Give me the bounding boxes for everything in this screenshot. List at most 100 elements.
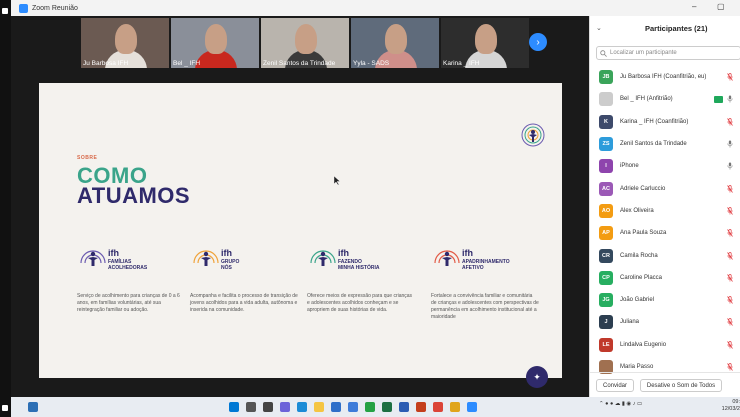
- collapse-chevron-icon[interactable]: ⌄: [596, 24, 602, 32]
- participant-face: [205, 24, 227, 54]
- participant-row[interactable]: CP Caroline Placca: [590, 267, 740, 289]
- window-title: Zoom Reunião: [32, 4, 78, 12]
- program-description: Acompanha e facilita o processo de trans…: [190, 293, 298, 313]
- store-icon[interactable]: [348, 402, 358, 412]
- mic-muted-icon[interactable]: [727, 229, 733, 237]
- teams-icon[interactable]: [280, 402, 290, 412]
- program-brand: ifh: [108, 248, 119, 258]
- start-icon[interactable]: [229, 402, 239, 412]
- program-name: GRUPO NÓS: [221, 259, 239, 271]
- program-name: APADRINHAMENTO AFETIVO: [462, 259, 510, 271]
- participant-face: [295, 24, 317, 54]
- video-thumbnails: Ju Barbosa IFH Bel _ IFH Zenil Santos da T…: [81, 18, 529, 68]
- program-name: FAMÍLIAS ACOLHEDORAS: [108, 259, 147, 271]
- excel-icon[interactable]: [382, 402, 392, 412]
- show-desktop-icon[interactable]: [28, 402, 38, 412]
- thumbnail-label: Yyla - SADS: [353, 60, 390, 67]
- video-thumbnail[interactable]: Yyla - SADS: [351, 18, 439, 68]
- mic-muted-icon[interactable]: [727, 207, 733, 215]
- mic-muted-icon[interactable]: [727, 184, 733, 193]
- program-logo-icon: [434, 250, 460, 266]
- participant-row[interactable]: AC Adriele Carluccio: [590, 177, 740, 199]
- shared-slide: SOBRE COMO ATUAMOS ifh FAMÍLIAS ACOLHEDORA…: [39, 83, 562, 388]
- mic-icon[interactable]: [727, 95, 733, 103]
- participant-row[interactable]: ZS Zenil Santos da Trindade: [590, 133, 740, 155]
- maximize-button[interactable]: ▢: [717, 2, 725, 11]
- strip-marker-bottom: [2, 405, 8, 411]
- file-explorer-icon[interactable]: [314, 402, 324, 412]
- participant-name: Adriele Carluccio: [620, 185, 666, 192]
- clock-time: 09:: [732, 399, 740, 405]
- edge-icon[interactable]: [297, 402, 307, 412]
- video-thumbnail[interactable]: Karina _ IFH: [441, 18, 529, 68]
- mouse-cursor-icon: [334, 176, 341, 185]
- avatar: AC: [599, 181, 613, 196]
- thumbnail-label: Bel _ IFH: [173, 60, 201, 67]
- window-titlebar: Zoom Reunião – ▢: [11, 0, 740, 16]
- system-tray-icons[interactable]: ⌃ ● ● ☁ ▮ ◉ ♪ ▭: [599, 401, 642, 407]
- video-thumbnail[interactable]: Zenil Santos da Trindade: [261, 18, 349, 68]
- minimize-button[interactable]: –: [692, 2, 696, 11]
- mic-muted-icon[interactable]: [727, 318, 733, 327]
- participant-name: Juliana: [620, 319, 640, 326]
- chrome-icon[interactable]: [433, 402, 443, 412]
- program-description: Serviço de acolhimento para crianças de …: [77, 293, 180, 313]
- program-name-line: AFETIVO: [462, 265, 484, 271]
- video-thumbnail[interactable]: Bel _ IFH: [171, 18, 259, 68]
- participant-row[interactable]: IiPhone: [590, 155, 740, 177]
- next-page-button[interactable]: ›: [529, 33, 547, 51]
- avatar: K: [599, 114, 613, 129]
- mic-muted-icon[interactable]: [727, 73, 733, 81]
- mic-muted-icon[interactable]: [727, 296, 733, 304]
- strip-marker-top: [2, 8, 8, 14]
- participant-search-input[interactable]: Localizar um participante: [596, 46, 740, 60]
- mute-all-button[interactable]: Desative o Som de Todos: [640, 379, 722, 392]
- participant-name: Karina _ IFH (Coanfitrião): [620, 118, 689, 125]
- mic-muted-icon[interactable]: [727, 273, 733, 282]
- powerpoint-icon[interactable]: [416, 402, 426, 412]
- word-icon[interactable]: [399, 402, 409, 412]
- participant-face: [475, 24, 497, 54]
- app-icon[interactable]: [450, 402, 460, 412]
- avatar: ZS: [599, 137, 613, 152]
- avatar: [599, 92, 613, 107]
- participant-row[interactable]: JG João Gabriel: [590, 289, 740, 311]
- mic-icon[interactable]: [727, 140, 733, 148]
- search-taskbar-icon[interactable]: [246, 402, 256, 412]
- mic-muted-icon[interactable]: [727, 340, 733, 349]
- invite-button[interactable]: Convidar: [596, 379, 634, 392]
- zoom-logo-icon: [19, 3, 28, 13]
- ifh-brand-icon: [521, 123, 545, 147]
- windows-taskbar: ⌃ ● ● ☁ ▮ ◉ ♪ ▭ 09: 12/03/2: [11, 397, 740, 417]
- participant-face: [115, 24, 137, 54]
- zoom-taskbar-icon[interactable]: [467, 402, 477, 412]
- avatar: CR: [599, 248, 613, 263]
- mail-icon[interactable]: [331, 402, 341, 412]
- mic-muted-icon[interactable]: [727, 363, 733, 371]
- thumbnail-label: Ju Barbosa IFH: [83, 60, 129, 67]
- whatsapp-icon[interactable]: [365, 402, 375, 412]
- participant-row[interactable]: K Karina _ IFH (Coanfitrião): [590, 111, 740, 133]
- participant-row[interactable]: AP Ana Paula Souza: [590, 222, 740, 244]
- participant-row[interactable]: AO Alex Oliveira: [590, 200, 740, 222]
- participant-row[interactable]: CR Camila Rocha: [590, 244, 740, 266]
- participant-row[interactable]: JB Ju Barbosa IFH (Coanfitrião, eu): [590, 66, 740, 88]
- avatar: AO: [599, 203, 613, 218]
- participant-list: JB Ju Barbosa IFH (Coanfitrião, eu) Bel _ …: [590, 66, 740, 378]
- program-logo-icon: [80, 250, 106, 266]
- mic-icon[interactable]: [727, 162, 733, 170]
- participant-name: Bel _ IFH (Anfitrião): [620, 96, 673, 103]
- mic-muted-icon[interactable]: [727, 117, 733, 126]
- task-view-icon[interactable]: [263, 402, 273, 412]
- participant-row[interactable]: J Juliana: [590, 311, 740, 333]
- thumbnail-label: Zenil Santos da Trindade: [263, 60, 336, 67]
- avatar: CP: [599, 270, 613, 285]
- mic-muted-icon[interactable]: [727, 251, 733, 260]
- participant-face: [385, 24, 407, 54]
- participant-row[interactable]: LE Lindalva Eugenio: [590, 334, 740, 356]
- video-thumbnail[interactable]: Ju Barbosa IFH: [81, 18, 169, 68]
- clock: 09: 12/03/2: [716, 399, 740, 413]
- participant-row[interactable]: Bel _ IFH (Anfitrião): [590, 88, 740, 110]
- slide-fab-button[interactable]: ✦: [526, 366, 548, 388]
- participant-name: Zenil Santos da Trindade: [620, 141, 687, 148]
